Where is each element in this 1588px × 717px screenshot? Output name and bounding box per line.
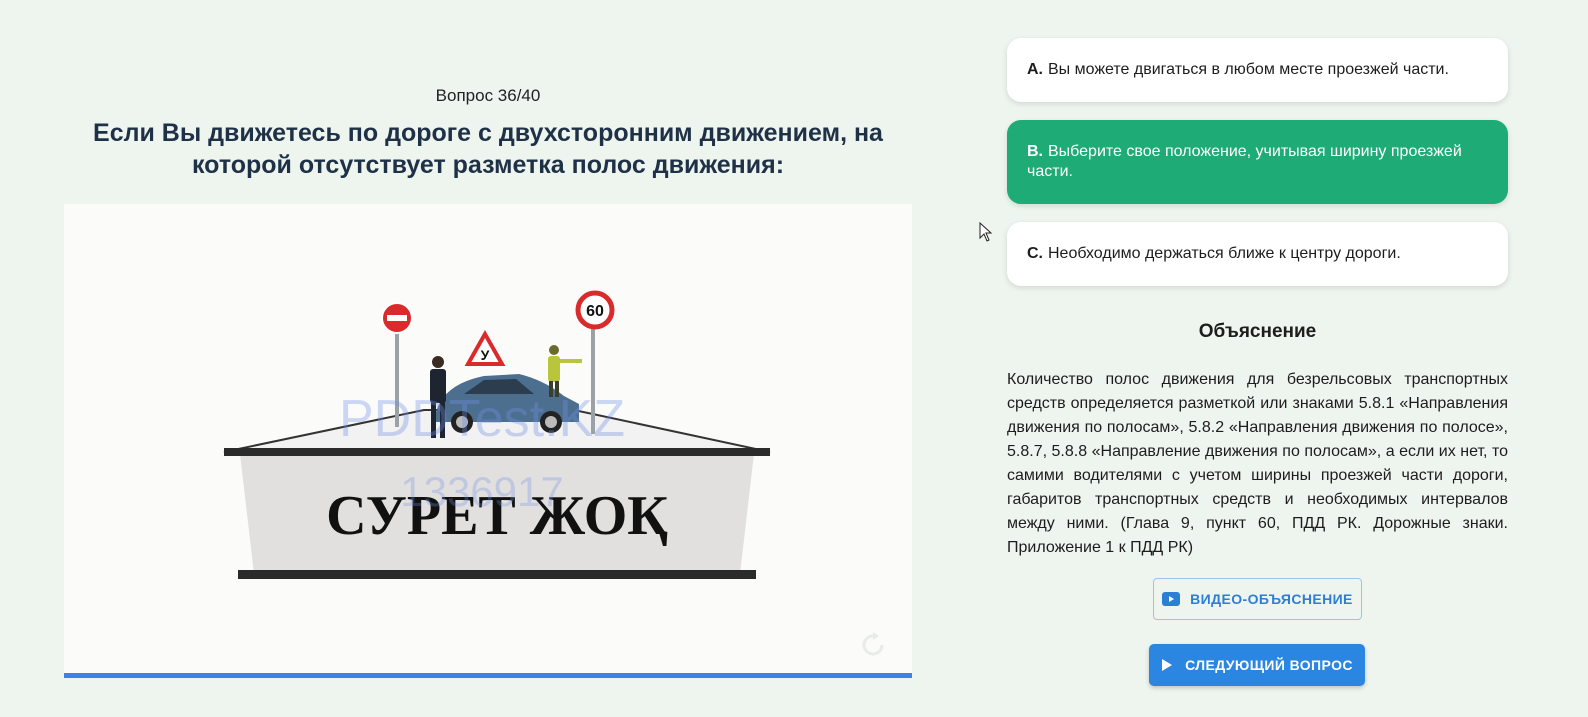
question-panel: Вопрос 36/40 Если Вы движетесь по дороге… [64, 0, 912, 717]
person-icon [432, 356, 444, 368]
placeholder-illustration: 60 У СУРЕТ ЖОҚ PDDTest.KZ 1336917 [223, 290, 771, 579]
watermark-brand: PDDTest.KZ [339, 390, 625, 448]
watermark-id: 1336917 [400, 468, 564, 515]
play-icon [1162, 659, 1173, 671]
answers-panel: A. Вы можете двигаться в любом месте прое… [1007, 0, 1508, 717]
explanation-text: Количество полос движения для безрельсов… [1007, 371, 1508, 556]
mouse-cursor-icon [979, 222, 993, 242]
answer-option-a[interactable]: A. Вы можете двигаться в любом месте прое… [1007, 38, 1508, 102]
platform-edge-top [224, 448, 770, 456]
explanation-title: Объяснение [1198, 321, 1317, 342]
answer-letter: A. [1027, 61, 1043, 78]
learner-sign-letter: У [481, 347, 490, 363]
question-image: 60 У СУРЕТ ЖОҚ PDDTest.KZ 1336917 [64, 204, 912, 678]
answer-text: Вы можете двигаться в любом месте проезж… [1048, 61, 1449, 78]
traffic-officer-icon [549, 345, 559, 355]
question-counter: Вопрос 36/40 [435, 86, 541, 105]
answer-letter: C. [1027, 245, 1043, 262]
answer-text: Выберите свое положение, учитывая ширину… [1027, 143, 1462, 180]
media-progress-bar [64, 673, 912, 678]
answer-option-b[interactable]: B. Выберите свое положение, учитывая шири… [1007, 120, 1508, 204]
question-text: Если Вы движетесь по дороге с двухсторон… [93, 119, 883, 179]
speed-limit-value: 60 [586, 303, 604, 320]
next-question-button[interactable]: СЛЕДУЮЩИЙ ВОПРОС [1149, 644, 1365, 686]
answer-letter: B. [1027, 143, 1043, 160]
answer-text: Необходимо держаться ближе к центру доро… [1048, 245, 1401, 262]
next-question-label: СЛЕДУЮЩИЙ ВОПРОС [1185, 657, 1353, 673]
video-explanation-label: ВИДЕО-ОБЪЯСНЕНИЕ [1190, 591, 1353, 607]
platform-edge-bottom [238, 570, 756, 579]
video-explanation-button[interactable]: ВИДЕО-ОБЪЯСНЕНИЕ [1153, 578, 1362, 620]
replay-icon[interactable] [860, 632, 886, 658]
video-icon [1162, 592, 1181, 606]
answer-option-c[interactable]: C. Необходимо держаться ближе к центру до… [1007, 222, 1508, 286]
